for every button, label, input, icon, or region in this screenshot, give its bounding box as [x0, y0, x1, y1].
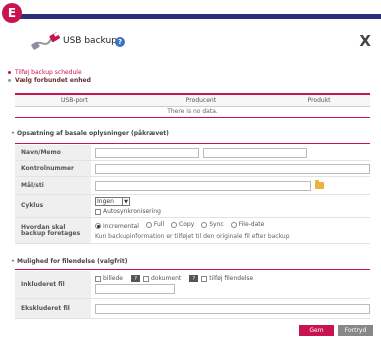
- folder-icon[interactable]: [315, 180, 324, 189]
- backup-method-label: Hvordan skal backup foretages: [15, 218, 91, 243]
- exclude-file-value: [91, 303, 370, 314]
- name-input[interactable]: [95, 147, 199, 158]
- radio-sync[interactable]: [201, 221, 208, 228]
- empty-table-message: There is no data.: [15, 106, 370, 118]
- document-help-icon[interactable]: ?: [189, 275, 199, 282]
- usb-device-table: USB-port Producent Produkt There is no d…: [15, 93, 370, 118]
- backup-method-options: Incremental Full Copy Sync File-date: [95, 221, 269, 230]
- include-image-checkbox[interactable]: [95, 275, 101, 282]
- autosync-option: Autosynkronisering: [95, 208, 161, 215]
- radio-copy[interactable]: [171, 221, 178, 228]
- include-options: billede ? dokument ? tilføj filendelse: [95, 275, 258, 282]
- include-extension-input[interactable]: [95, 284, 175, 294]
- add-extension-checkbox[interactable]: [201, 275, 208, 282]
- step-select-device: Vælg forbundet enhed: [7, 77, 91, 85]
- control-number-input[interactable]: [95, 163, 370, 174]
- help-icon[interactable]: ?: [115, 37, 125, 47]
- include-image-label: billede: [103, 275, 124, 282]
- backup-method-row: Hvordan skal backup foretages Incrementa…: [15, 218, 370, 244]
- target-path-value: [91, 180, 370, 191]
- step-label: Vælg forbundet enhed: [15, 77, 91, 84]
- method-label: Full: [153, 221, 165, 229]
- include-document-checkbox[interactable]: [143, 275, 150, 282]
- include-document-label: dokument: [151, 275, 182, 282]
- method-copy[interactable]: Copy: [171, 221, 194, 228]
- method-label: Incremental: [103, 222, 139, 230]
- name-memo-label: Navn/Memo: [15, 145, 91, 160]
- target-path-label: Mål/sti: [15, 177, 91, 194]
- close-icon[interactable]: X: [359, 32, 371, 50]
- autosync-label: Autosynkronisering: [103, 208, 161, 215]
- step-dot-icon: [8, 79, 11, 82]
- name-memo-row: Navn/Memo: [15, 145, 370, 161]
- include-image-option[interactable]: billede: [95, 275, 123, 282]
- step-badge: E: [2, 3, 22, 23]
- control-number-label: Kontrolnummer: [15, 161, 91, 176]
- step-add-schedule: Tilføj backup schedule: [7, 69, 91, 77]
- method-incremental[interactable]: Incremental: [95, 223, 139, 230]
- usb-backup-dialog: USB backup ? X Tilføj backup schedule Væ…: [7, 19, 381, 341]
- method-label: Copy: [179, 221, 195, 229]
- target-path-row: Mål/sti: [15, 177, 370, 195]
- cycle-label: Cyklus: [15, 195, 91, 217]
- column-product[interactable]: Produkt: [268, 93, 370, 107]
- method-label: Sync: [209, 221, 224, 229]
- include-file-label: Inkluderet fil: [15, 271, 91, 298]
- cycle-value: Ingen ▼ Autosynkronisering: [91, 197, 370, 215]
- control-number-row: Kontrolnummer: [15, 161, 370, 177]
- method-full[interactable]: Full: [145, 221, 165, 229]
- wizard-steps: Tilføj backup schedule Vælg forbundet en…: [7, 69, 91, 85]
- method-file-date[interactable]: File-date: [230, 221, 265, 229]
- include-file-row: Inkluderet fil billede ? dokument ? tilf…: [15, 271, 370, 299]
- include-document-option[interactable]: dokument: [143, 275, 181, 282]
- cycle-select-value: Ingen: [97, 198, 114, 205]
- basic-info-section-title: Opsætning af basale oplysninger (påkræve…: [11, 130, 169, 137]
- control-number-value: [91, 163, 370, 174]
- backup-method-hint: Kun backupinformation er tilføjet til de…: [95, 232, 290, 240]
- cycle-row: Cyklus Ingen ▼ Autosynkronisering: [15, 195, 370, 218]
- method-sync[interactable]: Sync: [201, 221, 224, 229]
- method-label: File-date: [238, 221, 265, 229]
- usb-cable-icon: [31, 32, 60, 50]
- radio-incremental[interactable]: [95, 223, 101, 230]
- exclude-file-label: Ekskluderet fil: [15, 299, 91, 318]
- column-manufacturer[interactable]: Producent: [133, 93, 269, 107]
- chevron-down-icon: ▼: [122, 198, 129, 205]
- exclude-file-row: Ekskluderet fil: [15, 299, 370, 319]
- memo-input[interactable]: [203, 147, 307, 158]
- section-divider: [15, 269, 370, 270]
- step-label: Tilføj backup schedule: [15, 69, 82, 76]
- dialog-header: USB backup ? X: [7, 19, 381, 69]
- radio-full[interactable]: [145, 221, 152, 228]
- radio-file-date[interactable]: [230, 221, 237, 228]
- step-dot-icon: [8, 71, 11, 74]
- section-divider: [15, 143, 370, 144]
- extension-section-title: Mulighed for filendelse (valgfrit): [11, 258, 127, 265]
- table-row: There is no data.: [15, 106, 370, 118]
- cancel-button[interactable]: Fortryd: [338, 325, 373, 336]
- exclude-extension-input[interactable]: [95, 303, 370, 314]
- include-file-value: billede ? dokument ? tilføj filendelse: [91, 275, 370, 294]
- save-button[interactable]: Gem: [299, 325, 334, 336]
- target-path-input[interactable]: [95, 180, 311, 191]
- name-memo-value: [91, 147, 370, 158]
- add-extension-label: tilføj filendelse: [209, 275, 254, 282]
- backup-method-value: Incremental Full Copy Sync File-date Kun…: [91, 221, 370, 240]
- cycle-select[interactable]: Ingen ▼: [95, 197, 130, 206]
- column-usb-port[interactable]: USB-port: [15, 93, 134, 107]
- image-help-icon[interactable]: ?: [131, 275, 141, 282]
- add-extension-option[interactable]: tilføj filendelse: [201, 275, 253, 282]
- table-header-row: USB-port Producent Produkt: [15, 93, 370, 107]
- autosync-checkbox[interactable]: [95, 208, 101, 215]
- dialog-title: USB backup: [63, 36, 117, 46]
